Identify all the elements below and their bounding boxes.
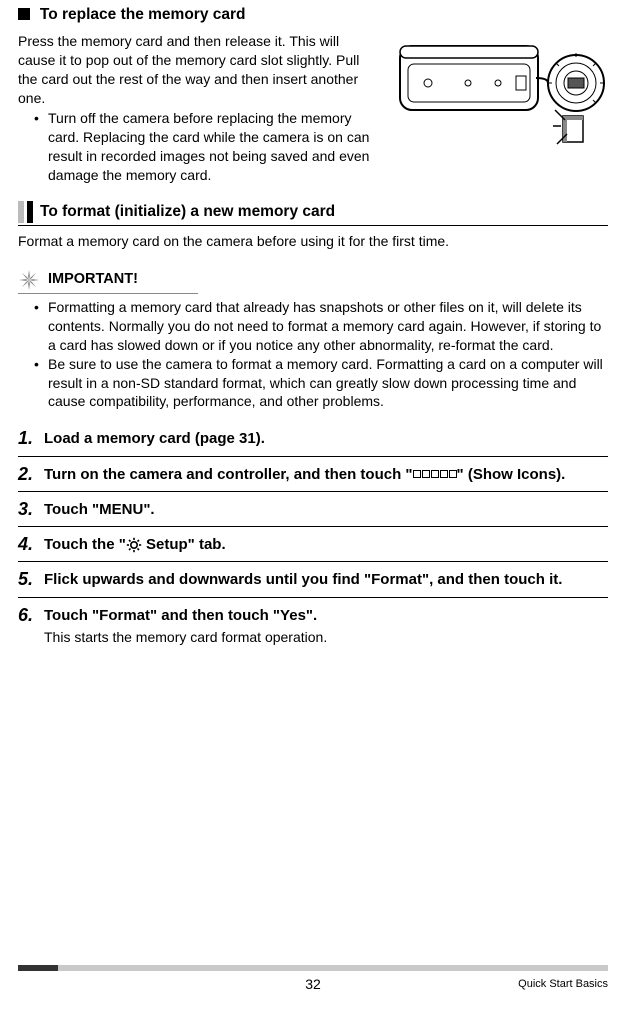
square-bullet-icon <box>18 8 30 20</box>
step-title: Touch "MENU". <box>44 500 608 520</box>
step-row: 4. Touch the " Setup" tab. <box>18 527 608 562</box>
section-title: To format (initialize) a new memory card <box>40 202 335 223</box>
bar-accent-dark <box>27 201 33 223</box>
step-row: 2. Turn on the camera and controller, an… <box>18 457 608 492</box>
bullet-list: Turn off the camera before replacing the… <box>18 109 380 185</box>
step-title: Flick upwards and downwards until you fi… <box>44 570 608 590</box>
footer-section-label: Quick Start Basics <box>518 977 608 992</box>
step-row: 3. Touch "MENU". <box>18 492 608 527</box>
intro-paragraph: Press the memory card and then release i… <box>18 32 380 108</box>
page-footer: 32 Quick Start Basics <box>0 965 626 992</box>
footer-bar <box>18 965 608 971</box>
burst-icon <box>18 269 40 291</box>
step-number: 2. <box>18 465 44 485</box>
step-row: 5. Flick upwards and downwards until you… <box>18 562 608 597</box>
bullet-item: Turn off the camera before replacing the… <box>34 109 380 185</box>
step-title: Turn on the camera and controller, and t… <box>44 465 608 485</box>
page-number: 32 <box>305 975 321 994</box>
section-bar-format: To format (initialize) a new memory card <box>18 201 608 226</box>
step-note: This starts the memory card format opera… <box>44 628 608 647</box>
heading-replace-card: To replace the memory card <box>18 5 608 26</box>
show-icons-icon <box>413 470 457 478</box>
step-number: 3. <box>18 500 44 520</box>
important-item: Formatting a memory card that already ha… <box>34 298 608 355</box>
bar-accent-light <box>18 201 24 223</box>
step-number: 4. <box>18 535 44 555</box>
step-title: Load a memory card (page 31). <box>44 429 608 449</box>
important-header: IMPORTANT! <box>18 269 198 294</box>
heading-text: To replace the memory card <box>40 6 246 23</box>
step-number: 1. <box>18 429 44 449</box>
step-number: 5. <box>18 570 44 590</box>
step-number: 6. <box>18 606 44 647</box>
step-title: Touch "Format" and then touch "Yes". <box>44 606 608 626</box>
step-title: Touch the " Setup" tab. <box>44 535 608 555</box>
step-row: 6. Touch "Format" and then touch "Yes". … <box>18 598 608 653</box>
important-item: Be sure to use the camera to format a me… <box>34 355 608 412</box>
camera-illustration <box>398 28 606 163</box>
important-label: IMPORTANT! <box>48 270 138 290</box>
important-list: Formatting a memory card that already ha… <box>18 298 608 411</box>
step-row: 1. Load a memory card (page 31). <box>18 421 608 456</box>
gear-icon <box>126 537 142 553</box>
format-intro: Format a memory card on the camera befor… <box>18 232 608 251</box>
steps-list: 1. Load a memory card (page 31). 2. Turn… <box>18 421 608 652</box>
